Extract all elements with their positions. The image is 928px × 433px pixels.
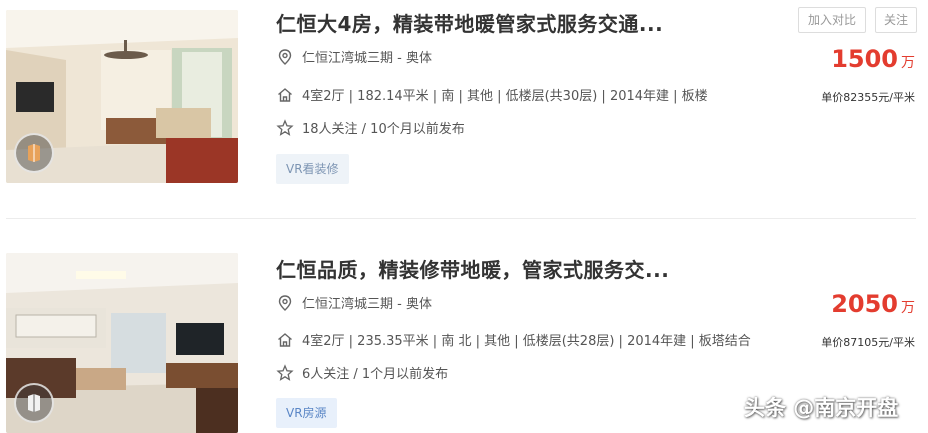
- total-price: 1500 万: [831, 45, 915, 73]
- price-number: 1500: [831, 45, 898, 73]
- listing-title[interactable]: 仁恒品质，精装修带地暖，管家式服务交...: [276, 254, 669, 283]
- follow-text: 18人关注 / 10个月以前发布: [302, 122, 465, 137]
- location-text[interactable]: 仁恒江湾城三期 - 奥体: [302, 47, 432, 66]
- vr-badge-icon[interactable]: [14, 383, 54, 423]
- follow-button[interactable]: 关注: [875, 7, 917, 33]
- listing-location: 仁恒江湾城三期 - 奥体: [276, 293, 432, 312]
- price-unit: 万: [901, 300, 915, 316]
- house-icon: [276, 86, 294, 104]
- listing-follow-info: 18人关注 / 10个月以前发布: [276, 118, 465, 137]
- listing-title[interactable]: 仁恒大4房，精装带地暖管家式服务交通...: [276, 8, 663, 37]
- listing-specs: 4室2厅 | 182.14平米 | 南 | 其他 | 低楼层(共30层) | 2…: [276, 85, 708, 104]
- location-pin-icon: [276, 48, 294, 66]
- unit-price: 单价82355元/平米: [821, 91, 915, 104]
- listing-card[interactable]: 仁恒大4房，精装带地暖管家式服务交通... 仁恒江湾城三期 - 奥体 4室2厅 …: [0, 0, 928, 200]
- total-price: 2050 万: [831, 290, 915, 318]
- listing-location: 仁恒江湾城三期 - 奥体: [276, 47, 432, 66]
- listing-photo[interactable]: [6, 253, 238, 433]
- listing-follow-info: 6人关注 / 1个月以前发布: [276, 363, 448, 382]
- listing-specs: 4室2厅 | 235.35平米 | 南 北 | 其他 | 低楼层(共28层) |…: [276, 330, 751, 349]
- vr-tag[interactable]: VR看装修: [276, 154, 349, 184]
- location-pin-icon: [276, 294, 294, 312]
- star-icon: [276, 363, 294, 382]
- price-number: 2050: [831, 290, 898, 318]
- follow-text: 6人关注 / 1个月以前发布: [302, 367, 449, 382]
- listing-photo[interactable]: [6, 10, 238, 183]
- price-unit: 万: [901, 55, 915, 71]
- add-compare-button[interactable]: 加入对比: [798, 7, 866, 33]
- unit-price: 单价87105元/平米: [821, 336, 915, 349]
- house-icon: [276, 331, 294, 349]
- spec-text: 4室2厅 | 235.35平米 | 南 北 | 其他 | 低楼层(共28层) |…: [302, 334, 751, 349]
- listing-divider: [6, 218, 916, 219]
- watermark-text: 头条 @南京开盘: [744, 396, 899, 420]
- star-icon: [276, 118, 294, 137]
- vr-tag[interactable]: VR房源: [276, 398, 337, 428]
- vr-badge-icon[interactable]: [14, 133, 54, 173]
- location-text[interactable]: 仁恒江湾城三期 - 奥体: [302, 293, 432, 312]
- spec-text: 4室2厅 | 182.14平米 | 南 | 其他 | 低楼层(共30层) | 2…: [302, 89, 708, 104]
